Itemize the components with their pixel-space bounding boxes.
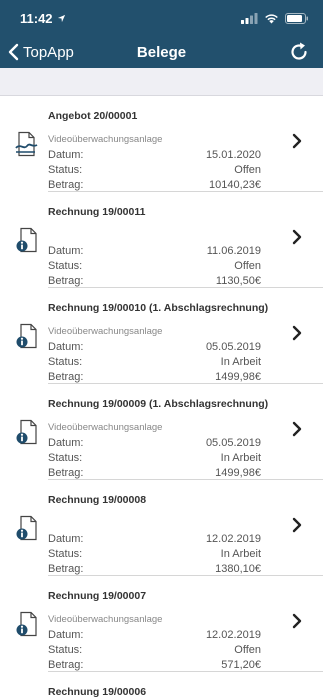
status-label: Status: bbox=[48, 548, 83, 560]
top-spacer-band bbox=[0, 68, 323, 96]
status-bar: 11:42 bbox=[0, 0, 323, 36]
invoice-document-icon bbox=[16, 515, 37, 541]
chevron-right-icon[interactable] bbox=[291, 324, 303, 342]
invoice-document-icon bbox=[16, 419, 37, 445]
date-value: 11.06.2019 bbox=[206, 245, 261, 257]
status-value: Offen bbox=[234, 644, 261, 656]
date-value: 12.02.2019 bbox=[205, 533, 261, 545]
status-time-wrap: 11:42 bbox=[20, 11, 66, 26]
amount-value: 571,20€ bbox=[221, 659, 261, 671]
amount-value: 1499,98€ bbox=[215, 467, 261, 479]
quote-document-icon bbox=[15, 131, 38, 157]
document-description: Videoüberwachungsanlage bbox=[48, 614, 163, 625]
date-label: Datum: bbox=[48, 245, 84, 257]
document-row[interactable]: Rechnung 19/00006 bbox=[0, 672, 323, 700]
amount-label: Betrag: bbox=[48, 179, 84, 191]
invoice-document-icon bbox=[16, 611, 37, 637]
status-value: Offen bbox=[234, 260, 261, 272]
document-title: Angebot 20/00001 bbox=[48, 110, 138, 122]
amount-label: Betrag: bbox=[48, 659, 84, 671]
status-value: In Arbeit bbox=[220, 548, 261, 560]
wifi-icon bbox=[265, 13, 278, 23]
amount-label: Betrag: bbox=[48, 275, 84, 287]
status-label: Status: bbox=[48, 452, 83, 464]
chevron-right-icon[interactable] bbox=[291, 612, 303, 630]
date-value: 05.05.2019 bbox=[205, 437, 261, 449]
status-value: In Arbeit bbox=[220, 452, 261, 464]
status-label: Status: bbox=[48, 356, 83, 368]
refresh-icon[interactable] bbox=[287, 40, 311, 64]
amount-value: 1380,10€ bbox=[215, 563, 261, 575]
date-value: 05.05.2019 bbox=[205, 341, 261, 353]
document-title: Rechnung 19/00006 bbox=[48, 686, 147, 698]
location-arrow-icon bbox=[57, 14, 65, 22]
invoice-document-icon bbox=[16, 323, 37, 349]
chevron-right-icon[interactable] bbox=[291, 132, 303, 150]
date-value: 12.02.2019 bbox=[205, 629, 261, 641]
status-label: Status: bbox=[48, 164, 83, 176]
amount-label: Betrag: bbox=[48, 563, 84, 575]
date-label: Datum: bbox=[48, 341, 84, 353]
amount-value: 10140,23€ bbox=[209, 179, 261, 191]
document-row[interactable]: Rechnung 19/00010 (1. Abschlagsrechnung)… bbox=[0, 288, 323, 384]
battery-icon bbox=[285, 12, 308, 24]
document-row[interactable]: Rechnung 19/00007 Videoüberwachungsanlag… bbox=[0, 576, 323, 672]
date-label: Datum: bbox=[48, 149, 84, 161]
status-value: Offen bbox=[234, 164, 261, 176]
amount-value: 1130,50€ bbox=[215, 275, 261, 287]
document-title: Rechnung 19/00010 (1. Abschlagsrechnung) bbox=[48, 302, 269, 314]
date-label: Datum: bbox=[48, 533, 84, 545]
chevron-right-icon[interactable] bbox=[291, 420, 303, 438]
document-description: Videoüberwachungsanlage bbox=[48, 422, 163, 433]
amount-value: 1499,98€ bbox=[215, 371, 261, 383]
status-label: Status: bbox=[48, 260, 83, 272]
document-title: Rechnung 19/00009 (1. Abschlagsrechnung) bbox=[48, 398, 269, 410]
date-value: 15.01.2020 bbox=[205, 149, 261, 161]
amount-label: Betrag: bbox=[48, 371, 84, 383]
document-row[interactable]: Angebot 20/00001 Videoüberwachungsanlage… bbox=[0, 96, 323, 192]
status-label: Status: bbox=[48, 644, 83, 656]
status-value: In Arbeit bbox=[220, 356, 261, 368]
document-row[interactable]: Rechnung 19/00008 Datum: 12.02.2019 Stat… bbox=[0, 480, 323, 576]
document-title: Rechnung 19/00011 bbox=[48, 206, 146, 218]
document-title: Rechnung 19/00007 bbox=[48, 590, 147, 602]
date-label: Datum: bbox=[48, 629, 84, 641]
document-row[interactable]: Rechnung 19/00011 Datum: 11.06.2019 Stat… bbox=[0, 192, 323, 288]
document-title: Rechnung 19/00008 bbox=[48, 494, 147, 506]
date-label: Datum: bbox=[48, 437, 84, 449]
amount-label: Betrag: bbox=[48, 467, 84, 479]
document-description: Videoüberwachungsanlage bbox=[48, 326, 163, 337]
document-list: Angebot 20/00001 Videoüberwachungsanlage… bbox=[0, 96, 323, 700]
status-icons bbox=[241, 12, 309, 24]
navigation-bar: TopApp Belege bbox=[0, 36, 323, 68]
status-time: 11:42 bbox=[20, 10, 53, 26]
app-header: 11:42 TopApp Belege bbox=[0, 0, 323, 68]
document-row[interactable]: Rechnung 19/00009 (1. Abschlagsrechnung)… bbox=[0, 384, 323, 480]
chevron-right-icon[interactable] bbox=[291, 228, 303, 246]
cellular-signal-icon bbox=[241, 12, 258, 24]
document-description: Videoüberwachungsanlage bbox=[48, 134, 163, 145]
chevron-right-icon[interactable] bbox=[291, 516, 303, 534]
page-title: Belege bbox=[136, 44, 187, 61]
invoice-document-icon bbox=[16, 227, 37, 253]
